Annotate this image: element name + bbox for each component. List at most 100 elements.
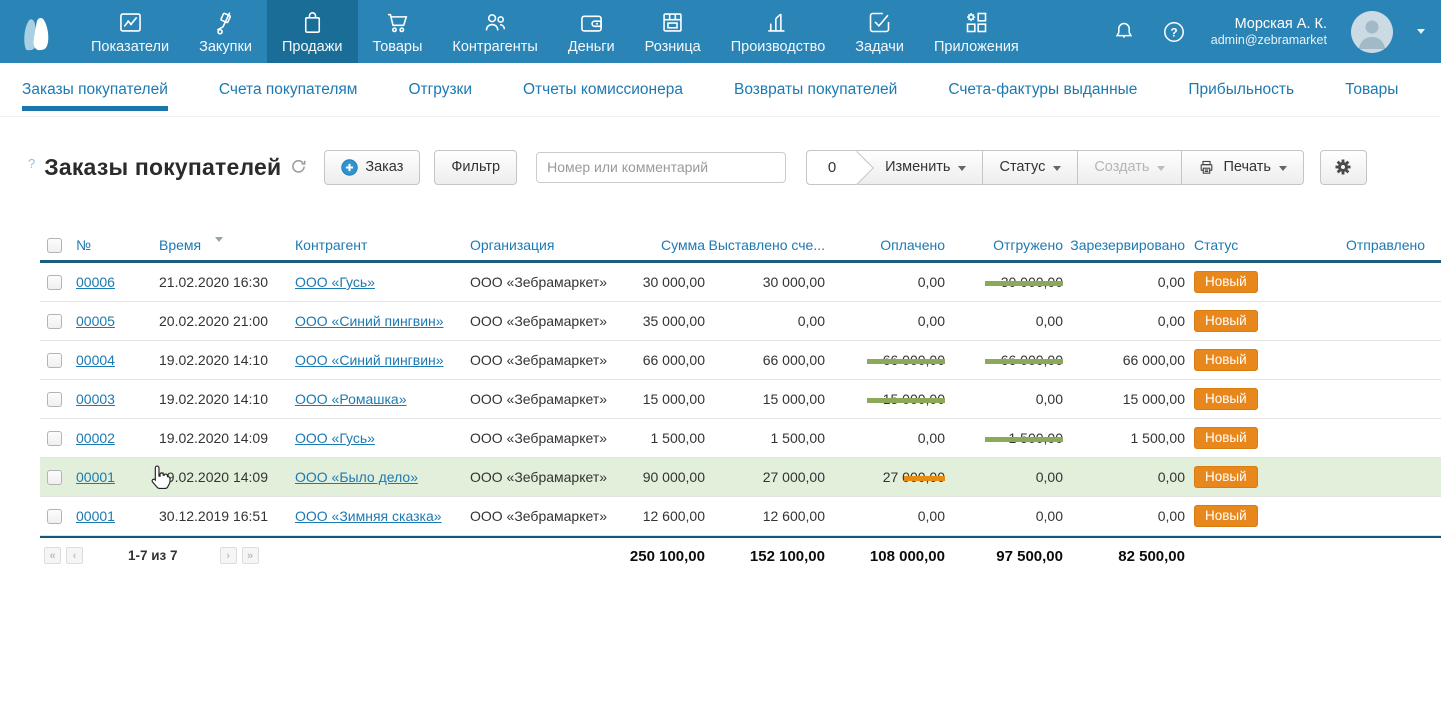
table-row[interactable]: 0000219.02.2020 14:09ООО «Гусь»ООО «Зебр… bbox=[40, 419, 1441, 458]
print-dropdown-button[interactable]: Печать bbox=[1181, 151, 1303, 184]
user-menu-chevron-down-icon[interactable] bbox=[1417, 29, 1425, 34]
column-header-reserved[interactable]: Зарезервировано bbox=[1066, 237, 1188, 253]
invoiced-value: 66 000,00 bbox=[708, 352, 828, 368]
nav-item-товары[interactable]: Товары bbox=[358, 0, 438, 63]
counterparty-link[interactable]: ООО «Было дело» bbox=[295, 469, 418, 485]
filter-button[interactable]: Фильтр bbox=[434, 150, 517, 185]
nav-item-показатели[interactable]: Показатели bbox=[76, 0, 184, 63]
paid-progress-bar bbox=[867, 398, 945, 403]
notifications-bell-icon[interactable] bbox=[1111, 19, 1137, 45]
column-header-time[interactable]: Время bbox=[152, 237, 288, 253]
table-row[interactable]: 0000520.02.2020 21:00ООО «Синий пингвин»… bbox=[40, 302, 1441, 341]
column-header-invoiced[interactable]: Выставлено сче... bbox=[708, 237, 828, 253]
task-icon bbox=[866, 9, 893, 36]
tab-счета-покупателям[interactable]: Счета покупателям bbox=[219, 63, 358, 116]
reserved-value: 15 000,00 bbox=[1066, 391, 1188, 407]
avatar[interactable] bbox=[1351, 11, 1393, 53]
tab-прибыльность[interactable]: Прибыльность bbox=[1188, 63, 1294, 116]
order-number-link[interactable]: 00001 bbox=[76, 508, 115, 524]
tab-заказы-покупателей[interactable]: Заказы покупателей bbox=[22, 63, 168, 116]
status-badge[interactable]: Новый bbox=[1194, 466, 1258, 488]
help-hint-icon[interactable]: ? bbox=[28, 156, 35, 171]
order-number-link[interactable]: 00001 bbox=[76, 469, 115, 485]
tab-отгрузки[interactable]: Отгрузки bbox=[408, 63, 472, 116]
column-header-number[interactable]: № bbox=[74, 237, 152, 253]
tab-товары[interactable]: Товары bbox=[1345, 63, 1398, 116]
app-logo[interactable] bbox=[16, 6, 66, 63]
status-badge[interactable]: Новый bbox=[1194, 427, 1258, 449]
column-header-shipped[interactable]: Отгружено bbox=[948, 237, 1066, 253]
column-header-sum[interactable]: Сумма bbox=[628, 237, 708, 253]
order-time: 19.02.2020 14:09 bbox=[152, 430, 288, 446]
status-badge[interactable]: Новый bbox=[1194, 349, 1258, 371]
column-header-status[interactable]: Статус bbox=[1188, 237, 1306, 253]
status-badge[interactable]: Новый bbox=[1194, 310, 1258, 332]
column-header-paid[interactable]: Оплачено bbox=[828, 237, 948, 253]
row-checkbox[interactable] bbox=[47, 509, 62, 524]
nav-item-продажи[interactable]: Продажи bbox=[267, 0, 358, 63]
status-badge[interactable]: Новый bbox=[1194, 388, 1258, 410]
tab-отчеты-комиссионера[interactable]: Отчеты комиссионера bbox=[523, 63, 683, 116]
row-checkbox[interactable] bbox=[47, 431, 62, 446]
page-prev-button[interactable]: ‹ bbox=[66, 547, 83, 564]
table-row[interactable]: 0000319.02.2020 14:10ООО «Ромашка»ООО «З… bbox=[40, 380, 1441, 419]
counterparty-link[interactable]: ООО «Ромашка» bbox=[295, 391, 407, 407]
nav-item-контрагенты[interactable]: Контрагенты bbox=[437, 0, 552, 63]
nav-item-label: Товары bbox=[373, 39, 423, 55]
column-header-counterparty[interactable]: Контрагент bbox=[288, 237, 464, 253]
row-checkbox[interactable] bbox=[47, 353, 62, 368]
help-icon[interactable]: ? bbox=[1161, 19, 1187, 45]
row-checkbox[interactable] bbox=[47, 470, 62, 485]
paid-value: 0,00 bbox=[828, 508, 948, 524]
pagination: « ‹ 1-7 из 7 › » bbox=[44, 547, 264, 564]
row-checkbox[interactable] bbox=[47, 314, 62, 329]
row-checkbox[interactable] bbox=[47, 392, 62, 407]
order-number-link[interactable]: 00004 bbox=[76, 352, 115, 368]
counterparty-link[interactable]: ООО «Гусь» bbox=[295, 274, 375, 290]
search-input[interactable] bbox=[536, 152, 786, 183]
table-row[interactable]: 0000119.02.2020 14:09ООО «Было дело»ООО … bbox=[40, 458, 1441, 497]
nav-item-приложения[interactable]: Приложения bbox=[919, 0, 1034, 63]
nav-item-розница[interactable]: Розница bbox=[630, 0, 716, 63]
order-number-link[interactable]: 00006 bbox=[76, 274, 115, 290]
add-order-label: Заказ bbox=[365, 159, 403, 175]
status-badge[interactable]: Новый bbox=[1194, 271, 1258, 293]
nav-item-производство[interactable]: Производство bbox=[716, 0, 841, 63]
order-time: 21.02.2020 16:30 bbox=[152, 274, 288, 290]
table-row[interactable]: 0000130.12.2019 16:51ООО «Зимняя сказка»… bbox=[40, 497, 1441, 536]
order-number-link[interactable]: 00003 bbox=[76, 391, 115, 407]
refresh-icon[interactable] bbox=[291, 159, 306, 179]
tab-возвраты-покупателей[interactable]: Возвраты покупателей bbox=[734, 63, 897, 116]
select-all-checkbox[interactable] bbox=[47, 238, 62, 253]
nav-item-задачи[interactable]: Задачи bbox=[840, 0, 919, 63]
table-row[interactable]: 0000419.02.2020 14:10ООО «Синий пингвин»… bbox=[40, 341, 1441, 380]
order-number-link[interactable]: 00002 bbox=[76, 430, 115, 446]
shipped-value: 0,00 bbox=[948, 469, 1066, 485]
column-header-sent[interactable]: Отправлено bbox=[1306, 237, 1441, 253]
nav-item-label: Показатели bbox=[91, 39, 169, 55]
add-order-button[interactable]: Заказ bbox=[324, 150, 420, 185]
counterparty-link[interactable]: ООО «Синий пингвин» bbox=[295, 352, 444, 368]
user-info[interactable]: Морская А. К. admin@zebramarket bbox=[1211, 15, 1327, 49]
column-header-organization[interactable]: Организация bbox=[464, 237, 628, 253]
page-first-button[interactable]: « bbox=[44, 547, 61, 564]
sum-value: 35 000,00 bbox=[628, 313, 708, 329]
page-next-button[interactable]: › bbox=[220, 547, 237, 564]
table-row[interactable]: 0000621.02.2020 16:30ООО «Гусь»ООО «Зебр… bbox=[40, 263, 1441, 302]
page-last-button[interactable]: » bbox=[242, 547, 259, 564]
counterparty-link[interactable]: ООО «Синий пингвин» bbox=[295, 313, 444, 329]
counterparty-link[interactable]: ООО «Гусь» bbox=[295, 430, 375, 446]
nav-item-закупки[interactable]: Закупки bbox=[184, 0, 267, 63]
order-number-link[interactable]: 00005 bbox=[76, 313, 115, 329]
table-settings-button[interactable] bbox=[1320, 150, 1367, 185]
tab-счета-фактуры-выданные[interactable]: Счета-фактуры выданные bbox=[948, 63, 1137, 116]
edit-dropdown-button[interactable]: Изменить bbox=[857, 151, 982, 184]
row-checkbox[interactable] bbox=[47, 275, 62, 290]
counterparty-link[interactable]: ООО «Зимняя сказка» bbox=[295, 508, 442, 524]
shipped-progress-bar bbox=[985, 281, 1063, 286]
status-dropdown-button[interactable]: Статус bbox=[982, 151, 1077, 184]
nav-item-деньги[interactable]: Деньги bbox=[553, 0, 630, 63]
handtruck-icon bbox=[212, 9, 239, 36]
shipped-value: 0,00 bbox=[948, 391, 1066, 407]
status-badge[interactable]: Новый bbox=[1194, 505, 1258, 527]
